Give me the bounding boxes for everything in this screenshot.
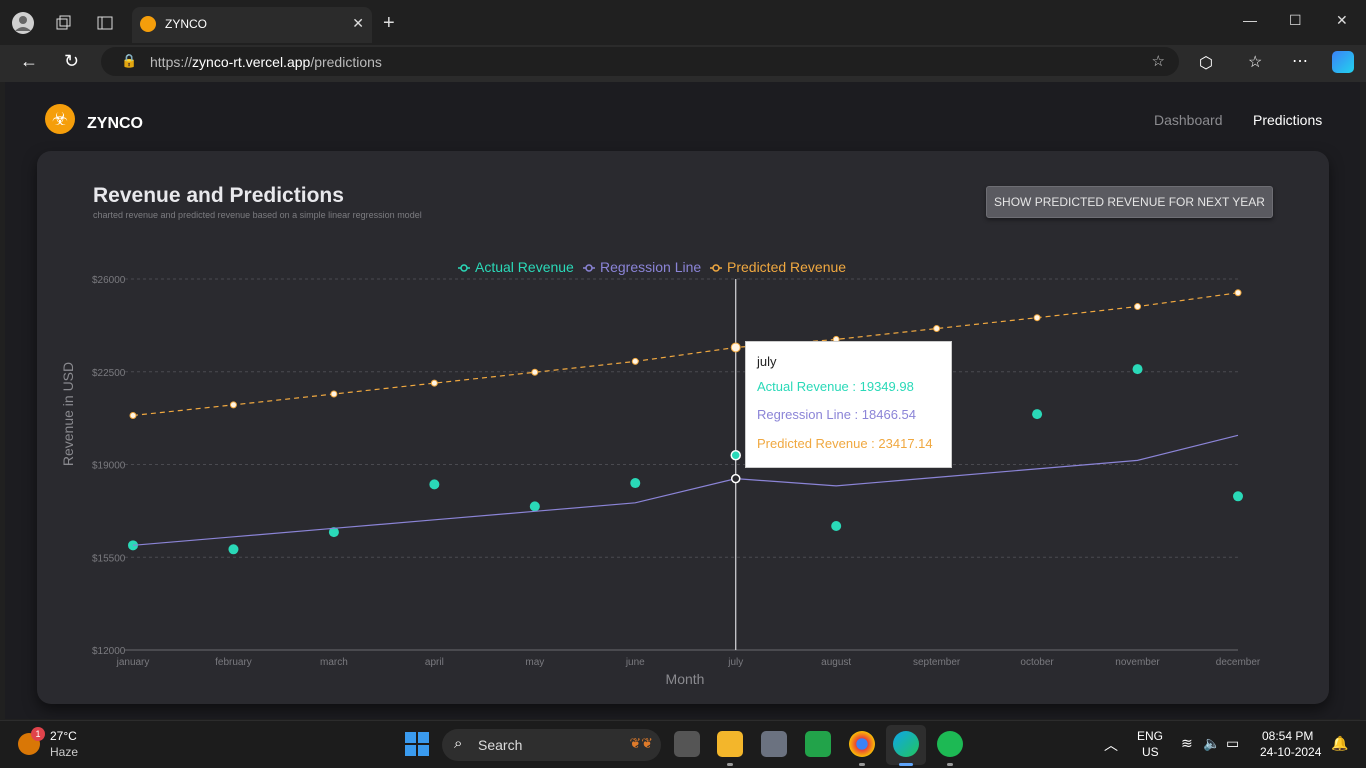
weather-badge: 1: [31, 727, 45, 741]
predicted-point: [430, 379, 438, 387]
actual-point: [529, 501, 540, 512]
edge-icon[interactable]: [893, 731, 919, 757]
x-tick-label: september: [913, 657, 961, 668]
legend-label: Actual Revenue: [475, 259, 574, 275]
search-highlight-icon: ❦❦: [629, 735, 653, 751]
legend-swatch-dot: [460, 264, 468, 272]
tooltip-actual: Actual Revenue : 19349.98: [757, 379, 914, 394]
predicted-point: [1134, 303, 1142, 311]
x-tick-label: may: [525, 657, 544, 668]
notification-bell-icon[interactable]: 🔔: [1331, 735, 1348, 752]
x-tick-label: december: [1216, 657, 1261, 668]
y-tick-label: $15500: [92, 553, 126, 564]
taskbar-search[interactable]: ⌕ Search ❦❦: [442, 729, 661, 761]
chrome-indicator: [859, 763, 865, 766]
actual-point: [228, 544, 239, 555]
search-icon: ⌕: [454, 735, 463, 752]
tooltip-title: july: [757, 354, 777, 369]
spotify-icon[interactable]: [937, 731, 963, 757]
camera-icon[interactable]: [761, 731, 787, 757]
tooltip-predicted: Predicted Revenue : 23417.14: [757, 436, 933, 451]
edge-indicator: [899, 763, 913, 766]
weather-condition[interactable]: Haze: [50, 745, 78, 759]
clock-date[interactable]: 24-10-2024: [1260, 745, 1321, 759]
predicted-point: [129, 411, 137, 419]
search-label: Search: [478, 737, 523, 753]
file-explorer-icon[interactable]: [717, 731, 743, 757]
predicted-point: [1033, 314, 1041, 322]
lang-label[interactable]: ENG: [1137, 729, 1163, 743]
series-line-2: [132, 292, 1239, 417]
revenue-chart: $12000 $15500 $19000 $22500 $26000 january feb…: [60, 259, 1261, 687]
volume-icon[interactable]: 🔈: [1203, 735, 1220, 752]
actual-point: [429, 479, 440, 490]
region-label[interactable]: US: [1142, 745, 1159, 759]
predicted-point: [229, 401, 237, 409]
battery-icon[interactable]: ▭: [1226, 735, 1239, 752]
wifi-icon[interactable]: ≋: [1181, 735, 1193, 752]
chrome-icon[interactable]: [849, 731, 875, 757]
legend-label: Regression Line: [600, 259, 701, 275]
x-axis-title: Month: [666, 671, 705, 687]
legend-swatch-dot: [585, 264, 593, 272]
y-tick-label: $22500: [92, 368, 126, 379]
legend-label: Predicted Revenue: [727, 259, 846, 275]
weather-temp[interactable]: 27°C: [50, 729, 77, 743]
y-tick-label: $19000: [92, 461, 126, 472]
chart-tooltip: july Actual Revenue : 19349.98 Regressio…: [745, 341, 952, 468]
y-axis-title: Revenue in USD: [60, 362, 76, 466]
predicted-point: [531, 368, 539, 376]
windows-start-icon[interactable]: [405, 732, 429, 756]
predicted-point: [933, 325, 941, 333]
spotify-indicator: [947, 763, 953, 766]
x-tick-label: october: [1020, 657, 1054, 668]
x-tick-label: february: [215, 657, 252, 668]
y-tick-label: $26000: [92, 275, 126, 286]
tooltip-regression: Regression Line : 18466.54: [757, 407, 917, 422]
chevron-up-icon[interactable]: ︿: [1104, 735, 1118, 755]
actual-point: [831, 520, 842, 531]
predicted-point: [1234, 289, 1242, 297]
x-tick-label: march: [320, 657, 348, 668]
actual-point: [1032, 409, 1043, 420]
regression-point: [730, 473, 741, 484]
legend-swatch-dot: [712, 264, 720, 272]
x-tick-label: november: [1115, 657, 1160, 668]
x-tick-label: january: [116, 657, 150, 668]
actual-point: [1132, 364, 1143, 375]
x-tick-label: april: [425, 657, 444, 668]
series-line-1: [132, 434, 1239, 546]
chat-app-icon[interactable]: [805, 731, 831, 757]
explorer-indicator: [727, 763, 733, 766]
predicted-point: [631, 357, 639, 365]
x-tick-label: august: [821, 657, 851, 668]
x-tick-label: july: [727, 657, 743, 668]
clock-time[interactable]: 08:54 PM: [1262, 729, 1313, 743]
actual-point: [1233, 491, 1243, 502]
task-view-icon[interactable]: [674, 731, 700, 757]
actual-point: [730, 449, 741, 461]
predicted-point: [330, 390, 338, 398]
predicted-point: [730, 342, 741, 353]
taskbar: 1 27°C Haze ⌕ Search ❦❦ ︿ ENG US ≋ 🔈 ▭ 0…: [0, 720, 1366, 768]
actual-point: [630, 478, 641, 489]
x-tick-label: june: [625, 657, 645, 668]
y-tick-label: $12000: [92, 646, 126, 657]
